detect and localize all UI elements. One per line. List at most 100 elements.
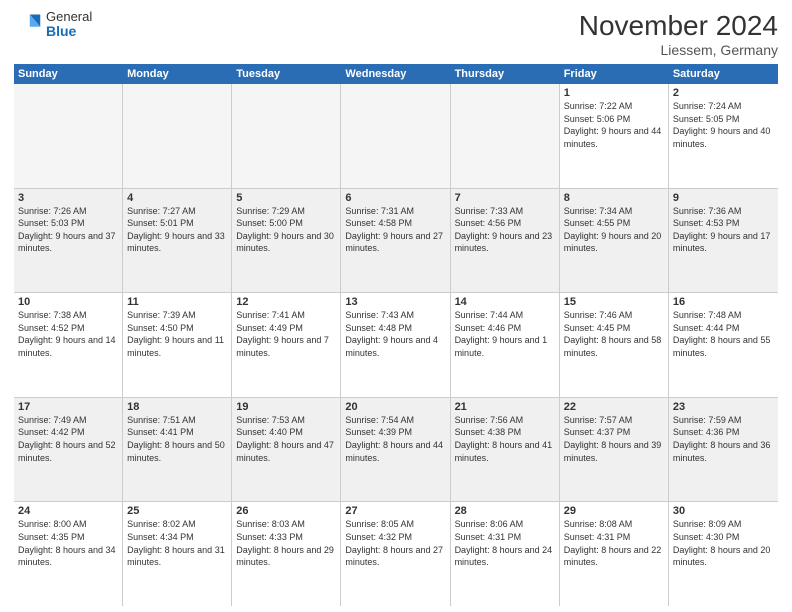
day-number: 28: [455, 505, 555, 517]
cal-cell: 28Sunrise: 8:06 AMSunset: 4:31 PMDayligh…: [451, 502, 560, 606]
cal-cell: 2Sunrise: 7:24 AMSunset: 5:05 PMDaylight…: [669, 84, 778, 188]
day-info: Sunrise: 8:05 AMSunset: 4:32 PMDaylight:…: [345, 518, 445, 568]
day-number: 3: [18, 192, 118, 204]
page: General Blue November 2024 Liessem, Germ…: [0, 0, 792, 612]
day-info: Sunrise: 7:34 AMSunset: 4:55 PMDaylight:…: [564, 205, 664, 255]
day-info: Sunrise: 8:00 AMSunset: 4:35 PMDaylight:…: [18, 518, 118, 568]
cal-cell: [14, 84, 123, 188]
day-number: 7: [455, 192, 555, 204]
day-info: Sunrise: 8:03 AMSunset: 4:33 PMDaylight:…: [236, 518, 336, 568]
calendar: Sunday Monday Tuesday Wednesday Thursday…: [14, 64, 778, 606]
day-info: Sunrise: 7:39 AMSunset: 4:50 PMDaylight:…: [127, 309, 227, 359]
logo-general-text: General: [46, 10, 92, 24]
day-info: Sunrise: 8:08 AMSunset: 4:31 PMDaylight:…: [564, 518, 664, 568]
cal-cell: 19Sunrise: 7:53 AMSunset: 4:40 PMDayligh…: [232, 398, 341, 502]
calendar-body: 1Sunrise: 7:22 AMSunset: 5:06 PMDaylight…: [14, 84, 778, 606]
day-number: 20: [345, 401, 445, 413]
day-info: Sunrise: 7:41 AMSunset: 4:49 PMDaylight:…: [236, 309, 336, 359]
day-info: Sunrise: 7:44 AMSunset: 4:46 PMDaylight:…: [455, 309, 555, 359]
day-info: Sunrise: 7:27 AMSunset: 5:01 PMDaylight:…: [127, 205, 227, 255]
day-info: Sunrise: 7:38 AMSunset: 4:52 PMDaylight:…: [18, 309, 118, 359]
cal-cell: 12Sunrise: 7:41 AMSunset: 4:49 PMDayligh…: [232, 293, 341, 397]
calendar-header: Sunday Monday Tuesday Wednesday Thursday…: [14, 64, 778, 84]
cal-cell: 4Sunrise: 7:27 AMSunset: 5:01 PMDaylight…: [123, 189, 232, 293]
cal-row-1: 3Sunrise: 7:26 AMSunset: 5:03 PMDaylight…: [14, 189, 778, 294]
logo: General Blue: [14, 10, 92, 40]
day-info: Sunrise: 7:33 AMSunset: 4:56 PMDaylight:…: [455, 205, 555, 255]
cal-cell: 9Sunrise: 7:36 AMSunset: 4:53 PMDaylight…: [669, 189, 778, 293]
header-tuesday: Tuesday: [232, 64, 341, 84]
day-info: Sunrise: 8:09 AMSunset: 4:30 PMDaylight:…: [673, 518, 774, 568]
day-number: 1: [564, 87, 664, 99]
cal-cell: [341, 84, 450, 188]
day-number: 11: [127, 296, 227, 308]
cal-cell: 25Sunrise: 8:02 AMSunset: 4:34 PMDayligh…: [123, 502, 232, 606]
day-info: Sunrise: 7:46 AMSunset: 4:45 PMDaylight:…: [564, 309, 664, 359]
day-number: 4: [127, 192, 227, 204]
day-number: 24: [18, 505, 118, 517]
cal-cell: 30Sunrise: 8:09 AMSunset: 4:30 PMDayligh…: [669, 502, 778, 606]
cal-row-4: 24Sunrise: 8:00 AMSunset: 4:35 PMDayligh…: [14, 502, 778, 606]
day-number: 14: [455, 296, 555, 308]
header-friday: Friday: [560, 64, 669, 84]
header-wednesday: Wednesday: [341, 64, 450, 84]
day-number: 6: [345, 192, 445, 204]
day-number: 16: [673, 296, 774, 308]
day-info: Sunrise: 8:02 AMSunset: 4:34 PMDaylight:…: [127, 518, 227, 568]
day-number: 12: [236, 296, 336, 308]
cal-row-3: 17Sunrise: 7:49 AMSunset: 4:42 PMDayligh…: [14, 398, 778, 503]
cal-cell: [232, 84, 341, 188]
day-info: Sunrise: 7:24 AMSunset: 5:05 PMDaylight:…: [673, 100, 774, 150]
cal-cell: 17Sunrise: 7:49 AMSunset: 4:42 PMDayligh…: [14, 398, 123, 502]
title-block: November 2024 Liessem, Germany: [579, 10, 778, 58]
day-number: 25: [127, 505, 227, 517]
cal-cell: 1Sunrise: 7:22 AMSunset: 5:06 PMDaylight…: [560, 84, 669, 188]
day-number: 2: [673, 87, 774, 99]
logo-text: General Blue: [46, 10, 92, 40]
header-thursday: Thursday: [451, 64, 560, 84]
cal-row-2: 10Sunrise: 7:38 AMSunset: 4:52 PMDayligh…: [14, 293, 778, 398]
day-info: Sunrise: 7:22 AMSunset: 5:06 PMDaylight:…: [564, 100, 664, 150]
day-number: 22: [564, 401, 664, 413]
day-info: Sunrise: 7:29 AMSunset: 5:00 PMDaylight:…: [236, 205, 336, 255]
day-info: Sunrise: 7:54 AMSunset: 4:39 PMDaylight:…: [345, 414, 445, 464]
cal-cell: 29Sunrise: 8:08 AMSunset: 4:31 PMDayligh…: [560, 502, 669, 606]
day-number: 5: [236, 192, 336, 204]
day-number: 27: [345, 505, 445, 517]
cal-cell: 14Sunrise: 7:44 AMSunset: 4:46 PMDayligh…: [451, 293, 560, 397]
cal-cell: 15Sunrise: 7:46 AMSunset: 4:45 PMDayligh…: [560, 293, 669, 397]
day-number: 19: [236, 401, 336, 413]
header-sunday: Sunday: [14, 64, 123, 84]
header-monday: Monday: [123, 64, 232, 84]
cal-cell: 22Sunrise: 7:57 AMSunset: 4:37 PMDayligh…: [560, 398, 669, 502]
cal-cell: 23Sunrise: 7:59 AMSunset: 4:36 PMDayligh…: [669, 398, 778, 502]
cal-cell: 27Sunrise: 8:05 AMSunset: 4:32 PMDayligh…: [341, 502, 450, 606]
day-number: 21: [455, 401, 555, 413]
day-number: 9: [673, 192, 774, 204]
logo-icon: [14, 11, 42, 39]
cal-cell: 13Sunrise: 7:43 AMSunset: 4:48 PMDayligh…: [341, 293, 450, 397]
day-number: 26: [236, 505, 336, 517]
day-info: Sunrise: 7:56 AMSunset: 4:38 PMDaylight:…: [455, 414, 555, 464]
cal-row-0: 1Sunrise: 7:22 AMSunset: 5:06 PMDaylight…: [14, 84, 778, 189]
day-info: Sunrise: 7:53 AMSunset: 4:40 PMDaylight:…: [236, 414, 336, 464]
cal-cell: 11Sunrise: 7:39 AMSunset: 4:50 PMDayligh…: [123, 293, 232, 397]
day-number: 29: [564, 505, 664, 517]
day-info: Sunrise: 7:31 AMSunset: 4:58 PMDaylight:…: [345, 205, 445, 255]
cal-cell: 6Sunrise: 7:31 AMSunset: 4:58 PMDaylight…: [341, 189, 450, 293]
day-info: Sunrise: 7:51 AMSunset: 4:41 PMDaylight:…: [127, 414, 227, 464]
cal-cell: 7Sunrise: 7:33 AMSunset: 4:56 PMDaylight…: [451, 189, 560, 293]
cal-cell: 8Sunrise: 7:34 AMSunset: 4:55 PMDaylight…: [560, 189, 669, 293]
header-saturday: Saturday: [669, 64, 778, 84]
cal-cell: 5Sunrise: 7:29 AMSunset: 5:00 PMDaylight…: [232, 189, 341, 293]
day-info: Sunrise: 7:59 AMSunset: 4:36 PMDaylight:…: [673, 414, 774, 464]
day-info: Sunrise: 7:43 AMSunset: 4:48 PMDaylight:…: [345, 309, 445, 359]
logo-blue-text: Blue: [46, 24, 92, 39]
cal-cell: 24Sunrise: 8:00 AMSunset: 4:35 PMDayligh…: [14, 502, 123, 606]
day-number: 8: [564, 192, 664, 204]
cal-cell: 18Sunrise: 7:51 AMSunset: 4:41 PMDayligh…: [123, 398, 232, 502]
title-location: Liessem, Germany: [579, 42, 778, 58]
day-number: 15: [564, 296, 664, 308]
cal-cell: 20Sunrise: 7:54 AMSunset: 4:39 PMDayligh…: [341, 398, 450, 502]
title-month: November 2024: [579, 10, 778, 42]
